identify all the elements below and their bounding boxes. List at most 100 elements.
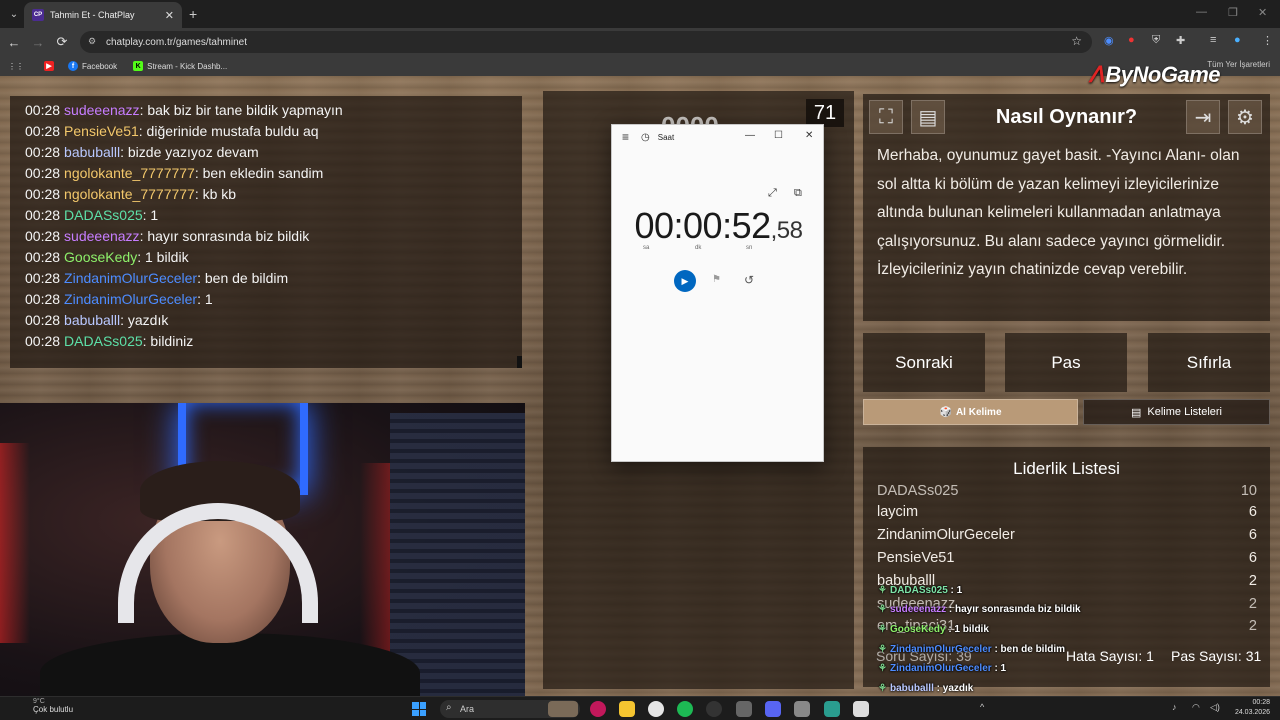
browser-menu-icon[interactable]: ⋮ [1262, 34, 1273, 47]
expand-icon[interactable]: ⤢ [768, 187, 777, 200]
discord-icon[interactable] [765, 701, 781, 717]
leaderboard-score: 2 [1248, 618, 1257, 634]
chat-timestamp: 00:28 [25, 207, 61, 223]
chat-message: 00:28 ngolokante_7777777: kb kb [25, 184, 522, 205]
word-lists-button[interactable]: ▤ Kelime Listeleri [1083, 399, 1270, 425]
taskbar-app2-icon[interactable] [824, 701, 840, 717]
new-tab-button[interactable]: + [189, 6, 197, 22]
apps-grid-icon[interactable]: ⋮⋮ [8, 62, 24, 71]
overlay-chat-user: GooseKedy [889, 624, 946, 635]
chat-username[interactable]: ngolokante_7777777 [64, 165, 195, 181]
settings-gear-icon[interactable]: ⚙ [1228, 100, 1262, 134]
weather-widget[interactable]: 9°C Çok bulutlu [33, 698, 73, 714]
overlay-chat-line: ⚘ GooseKedy : 1 bildik [878, 624, 989, 635]
chat-message: 00:28 sudeeenazz: bak biz bir tane bildik… [25, 100, 522, 121]
file-explorer-icon[interactable] [619, 701, 635, 717]
chat-text: : kb kb [194, 186, 237, 202]
chat-timestamp: 00:28 [25, 165, 61, 181]
clock-minimize-icon[interactable]: — [745, 130, 755, 141]
chat-username[interactable]: ngolokante_7777777 [64, 186, 195, 202]
stream-chat-panel: 00:28 sudeeenazz: bak biz bir tane bildik… [10, 96, 522, 368]
tray-chevron-icon[interactable]: ^ [980, 702, 984, 712]
extension-red-icon[interactable]: ● [1128, 34, 1135, 46]
profile-avatar-icon[interactable]: ● [1234, 34, 1241, 46]
chat-username[interactable]: babuballl [64, 312, 120, 328]
tab-close-icon[interactable]: ✕ [165, 9, 174, 22]
reading-list-icon[interactable]: ≡ [1210, 34, 1216, 46]
extensions-puzzle-icon[interactable]: ✚ [1176, 34, 1185, 47]
clock-titlebar: ≡ ◷ Saat — ☐ ✕ [612, 125, 823, 149]
chat-username[interactable]: GooseKedy [64, 249, 137, 265]
extension-shield-icon[interactable]: ⛨ [1152, 34, 1160, 47]
microphone-icon[interactable]: ♪ [1172, 702, 1177, 712]
forward-arrow-icon[interactable]: → [26, 35, 50, 50]
chat-timestamp: 00:28 [25, 249, 61, 265]
browser-tab-strip: ⌄ CP Tahmin Et - ChatPlay ✕ + — ❐ ✕ [0, 0, 1280, 28]
chat-username[interactable]: DADASs025 [64, 333, 143, 349]
clock-taskbar-icon[interactable] [853, 701, 869, 717]
brand-name: ByNoGame [1105, 62, 1220, 87]
clock-maximize-icon[interactable]: ☐ [774, 130, 783, 141]
notes-app-icon[interactable] [794, 701, 810, 717]
reset-button[interactable]: Sıfırla [1148, 333, 1270, 392]
leaderboard-score: 2 [1248, 573, 1257, 589]
leaderboard-name: ZindanimOlurGeceler [877, 527, 1015, 543]
taskbar-clock[interactable]: 00:28 24.03.2026 [1235, 698, 1270, 718]
stopwatch-time: 00:00:52 [634, 205, 771, 246]
chat-text: : bildiniz [142, 333, 194, 349]
reload-icon[interactable]: ⟳ [50, 34, 74, 50]
pass-button[interactable]: Pas [1005, 333, 1127, 392]
chat-timestamp: 00:28 [25, 312, 61, 328]
window-minimize-icon[interactable]: — [1196, 6, 1207, 18]
start-windows-icon[interactable] [412, 702, 426, 716]
chat-text: : 1 bildik [137, 249, 189, 265]
chrome-icon[interactable] [648, 701, 664, 717]
compact-overlay-icon[interactable]: ⧉ [794, 187, 802, 200]
next-button[interactable]: Sonraki [863, 333, 985, 392]
spotify-icon[interactable] [677, 701, 693, 717]
obs-icon[interactable] [706, 701, 722, 717]
bookmark-youtube[interactable]: ▶ [44, 61, 58, 71]
bynogame-logo[interactable]: ᐱByNoGame [1089, 62, 1221, 88]
get-word-button[interactable]: 🎲 Al Kelime [863, 399, 1078, 425]
chat-username[interactable]: babuballl [64, 144, 120, 160]
chat-username[interactable]: ZindanimOlurGeceler [64, 291, 197, 307]
chat-scrollbar[interactable] [517, 356, 522, 368]
window-close-icon[interactable]: ✕ [1258, 6, 1267, 19]
bookmark-facebook[interactable]: f Facebook [68, 61, 117, 71]
volume-icon[interactable]: ◁) [1210, 702, 1220, 713]
bookmark-kick[interactable]: K Stream - Kick Dashb... [133, 61, 227, 71]
exit-icon[interactable]: ⇥ [1186, 100, 1220, 134]
url-bar[interactable]: ⚙ chatplay.com.tr/games/tahminet ☆ [80, 31, 1092, 53]
address-toolbar: ← → ⟳ ⚙ chatplay.com.tr/games/tahminet ☆ [0, 28, 1280, 56]
chat-username[interactable]: PensieVe51 [64, 123, 139, 139]
chat-username[interactable]: sudeeenazz [64, 228, 140, 244]
extension-translate-icon[interactable]: ◉ [1104, 34, 1114, 47]
taskbar-media-icon[interactable] [590, 701, 606, 717]
back-arrow-icon[interactable]: ← [2, 35, 26, 50]
taskbar-widget-icon[interactable] [548, 701, 578, 717]
chat-text: : 1 [142, 207, 159, 223]
word-lists-label: Kelime Listeleri [1147, 406, 1222, 418]
taskbar-app-icon[interactable] [736, 701, 752, 717]
site-info-icon[interactable]: ⚙ [88, 36, 96, 47]
play-button[interactable]: ▶ [674, 270, 696, 292]
chat-text: : ben ekledin sandim [194, 165, 324, 181]
unit-seconds: sn [746, 245, 753, 251]
chat-text: : bak biz bir tane bildik yapmayın [139, 102, 343, 118]
reset-icon[interactable]: ↺ [744, 273, 754, 287]
chat-username[interactable]: ZindanimOlurGeceler [64, 270, 197, 286]
lap-flag-icon[interactable]: ⚑ [712, 274, 721, 285]
clock-close-icon[interactable]: ✕ [805, 130, 813, 141]
hamburger-menu-icon[interactable]: ≡ [622, 130, 629, 144]
wifi-icon[interactable]: ◠ [1192, 702, 1200, 713]
chat-text: : bizde yazıyoz devam [120, 144, 259, 160]
chat-username[interactable]: sudeeenazz [64, 102, 140, 118]
bookmark-star-icon[interactable]: ☆ [1071, 34, 1082, 48]
window-maximize-icon[interactable]: ❐ [1228, 6, 1238, 19]
overlay-chat-user: ZindanimOlurGeceler [889, 644, 992, 655]
leaderboard-name: PensieVe51 [877, 550, 955, 566]
overlay-chat-line: ⚘ ZindanimOlurGeceler : ben de bildim [878, 644, 1065, 655]
chat-username[interactable]: DADASs025 [64, 207, 143, 223]
browser-tab-active[interactable]: CP Tahmin Et - ChatPlay ✕ [24, 2, 182, 28]
